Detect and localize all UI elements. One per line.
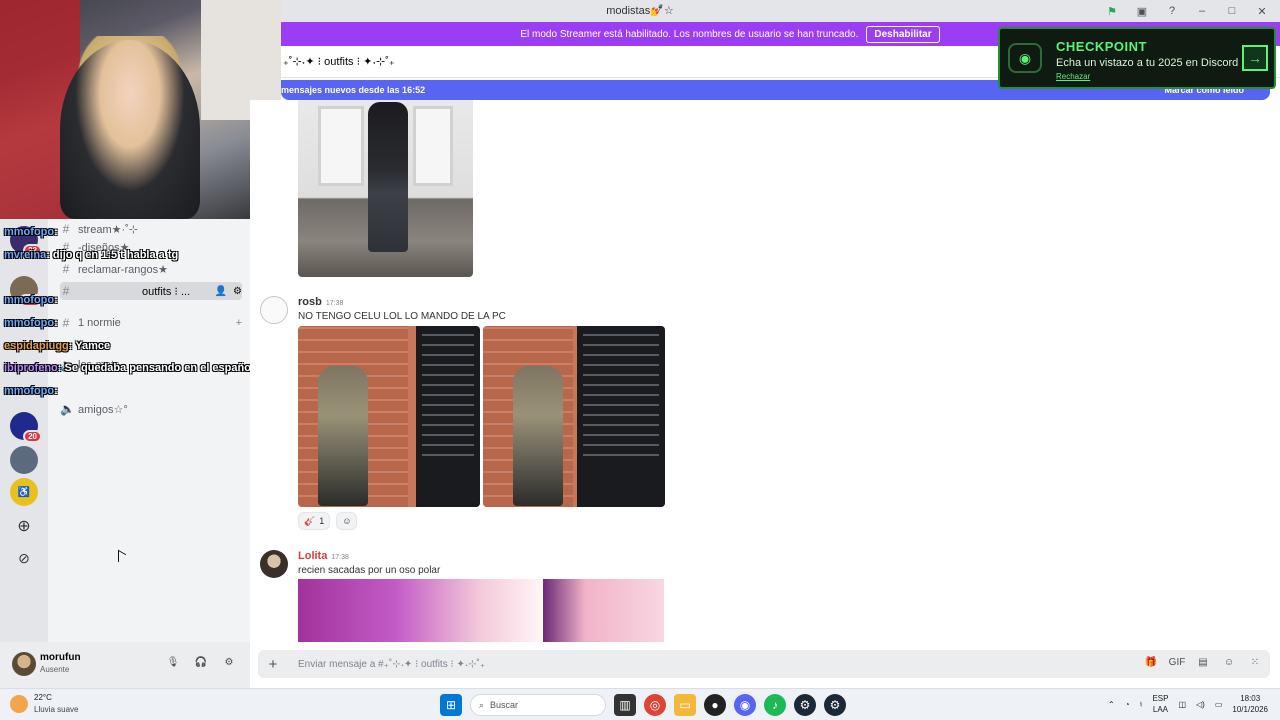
emoji-icon[interactable]: ☺	[1222, 655, 1236, 669]
add-reaction-button[interactable]: ☺	[336, 512, 358, 530]
stream-chat-overlay: mmofopo: mvreina: dijo q en 1:5 t habla …	[4, 226, 254, 397]
mic-tray-icon[interactable]: ♮	[1140, 700, 1143, 709]
weather-icon	[10, 695, 28, 713]
file-explorer-icon[interactable]: ▥	[614, 694, 636, 716]
apps-icon[interactable]: ⁙	[1248, 655, 1262, 669]
avatar[interactable]	[12, 652, 36, 676]
taskbar-search[interactable]: ⌕ Buscar	[470, 694, 606, 716]
channel-title: ₊˚⊹˖✦ ⁝ outfits ⁝ ✦˖⊹˚₊	[283, 56, 395, 68]
webcam-overlay	[0, 0, 281, 219]
flag-icon[interactable]: ⚑	[1104, 3, 1120, 19]
attachment-image[interactable]	[298, 100, 473, 277]
attachment-image[interactable]	[298, 579, 540, 642]
checkpoint-dismiss[interactable]: Rechazar	[1056, 72, 1090, 81]
add-server-icon[interactable]: ⊕	[10, 512, 38, 540]
sticker-icon[interactable]: ▤	[1196, 655, 1210, 669]
guitar-emoji-icon: 🎸	[304, 515, 316, 526]
message-list: rosb 17:38 NO TENGO CELU LOL LO MANDO DE …	[250, 100, 1280, 642]
reactions: 🎸 1 ☺	[298, 512, 358, 530]
folder-icon[interactable]: ▭	[674, 694, 696, 716]
message-text: recien sacadas por un oso polar	[298, 565, 441, 576]
avatar[interactable]	[260, 550, 288, 578]
arrow-right-icon[interactable]: →	[1242, 45, 1268, 71]
help-icon[interactable]: ?	[1164, 3, 1180, 19]
app-icon[interactable]: ●	[704, 694, 726, 716]
attachment-image[interactable]	[543, 579, 664, 642]
taskbar: 22°C Lluvia suave ⊞ ⌕ Buscar ▥ ◎ ▭ ● ◉ ♪ …	[0, 688, 1280, 720]
add-attachment-icon[interactable]: +	[258, 656, 288, 673]
gif-icon[interactable]: GIF	[1169, 655, 1186, 669]
discord-icon[interactable]: ◉	[734, 694, 756, 716]
reaction-pill[interactable]: 🎸 1	[298, 512, 331, 530]
avatar[interactable]	[260, 296, 288, 324]
close-icon[interactable]: ✕	[1254, 3, 1270, 19]
discover-icon[interactable]: ⊘	[10, 544, 38, 572]
unread-badge: 20	[23, 430, 42, 443]
gear-icon[interactable]: ⚙	[222, 655, 236, 669]
battery-icon[interactable]: ▭	[1215, 700, 1223, 709]
spotify-icon[interactable]: ♪	[764, 694, 786, 716]
attachment-image[interactable]	[483, 326, 665, 507]
user-panel: morufun Ausente 🎙 🎧 ⚙	[0, 642, 250, 688]
message-author[interactable]: rosb 17:38	[298, 296, 343, 308]
volume-icon[interactable]: ◁)	[1196, 700, 1205, 709]
checkpoint-card[interactable]: ◉ CHECKPOINT Echa un vistazo a tu 2025 e…	[998, 27, 1276, 89]
gift-icon[interactable]: 🎁	[1144, 655, 1158, 669]
headphones-icon[interactable]: 🎧	[194, 655, 208, 669]
chevron-up-icon[interactable]: ⌃	[1108, 700, 1115, 709]
smile-icon: ☺	[342, 516, 352, 526]
message-text: NO TENGO CELU LOL LO MANDO DE LA PC	[298, 311, 506, 322]
language-indicator[interactable]: ESP LAA	[1152, 693, 1168, 715]
windows-start-icon[interactable]: ⊞	[440, 694, 462, 716]
minimize-icon[interactable]: –	[1194, 3, 1210, 19]
message-input-placeholder: Enviar mensaje a #₊˚⊹˖✦ ⁝ outfits ⁝ ✦˖⊹˚…	[298, 658, 486, 670]
wifi-icon[interactable]: ◔	[1125, 700, 1130, 709]
disable-streamer-button[interactable]: Deshabilitar	[866, 25, 940, 43]
message-author[interactable]: Lolita 17:38	[298, 550, 349, 562]
streamer-banner-text: El modo Streamer está habilitado. Los no…	[520, 28, 859, 40]
inbox-icon[interactable]: ▣	[1134, 3, 1150, 19]
checkpoint-subtitle: Echa un vistazo a tu 2025 en Discord	[1056, 57, 1239, 69]
user-status: Ausente	[40, 665, 70, 674]
checkpoint-title: CHECKPOINT	[1056, 39, 1147, 54]
network-icon[interactable]: ◫	[1178, 700, 1186, 709]
chrome-icon[interactable]: ◎	[644, 694, 666, 716]
microphone-icon[interactable]: 🎙	[166, 655, 180, 669]
search-icon: ⌕	[479, 699, 485, 710]
username[interactable]: morufun	[40, 652, 81, 663]
discord-logo-icon: ◉	[1008, 43, 1042, 73]
server-icon[interactable]: ♿	[10, 478, 38, 506]
steam-icon[interactable]: ⚙	[794, 694, 816, 716]
server-icon[interactable]	[10, 446, 38, 474]
message-input[interactable]: + Enviar mensaje a #₊˚⊹˖✦ ⁝ outfits ⁝ ✦˖…	[258, 650, 1270, 678]
steam-icon[interactable]: ⚙	[824, 694, 846, 716]
attachment-image[interactable]	[298, 326, 480, 507]
maximize-icon[interactable]: □	[1224, 3, 1240, 19]
clock[interactable]: 18:03 10/1/2026	[1232, 693, 1268, 715]
new-messages-text: mensajes nuevos desde las 16:52	[281, 85, 426, 95]
